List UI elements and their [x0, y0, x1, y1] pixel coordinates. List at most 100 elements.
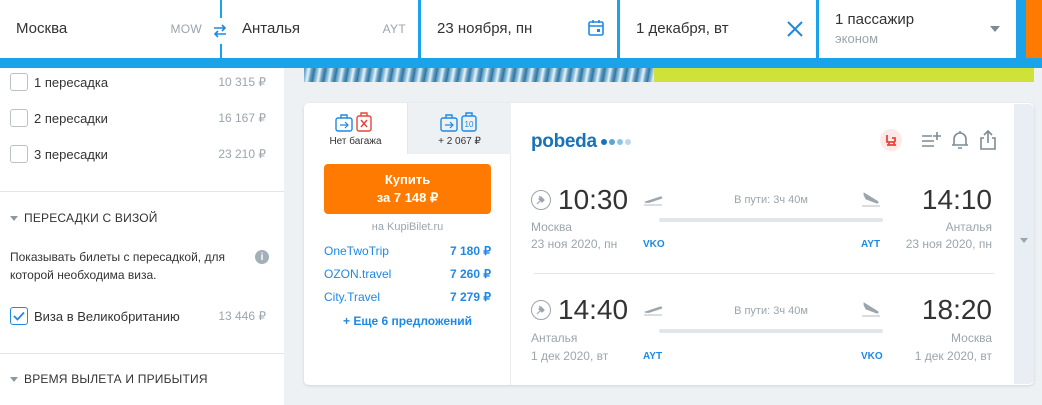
checkbox[interactable]: [10, 73, 28, 91]
destination-field[interactable]: Анталья AYT: [222, 0, 418, 58]
flight-duration: В пути: 3ч 40м: [734, 194, 808, 206]
arrival-time: 18:20: [921, 294, 992, 325]
tab-label: + 2 067 ₽: [438, 136, 481, 147]
arrival-time: 14:10: [921, 184, 992, 215]
route-line: [659, 218, 883, 222]
tab-no-baggage[interactable]: Нет багажа: [304, 103, 407, 154]
filter-stops-2[interactable]: 2 пересадки 16 167 ₽: [10, 108, 266, 128]
passengers-field[interactable]: 1 пассажир эконом: [819, 0, 1016, 58]
swap-cities-button[interactable]: [207, 18, 233, 44]
chevron-down-icon: [990, 26, 1000, 32]
more-offers-link[interactable]: + Еще 6 предложений: [304, 314, 511, 328]
ticket-card: Нет багажа 10 + 2 067 ₽ Купить за 7 148 …: [304, 103, 1034, 385]
swap-icon: [213, 24, 227, 38]
filter-price: 23 210 ₽: [218, 147, 266, 161]
baggage-10kg-icon: 10: [440, 112, 477, 132]
banner-image: [304, 68, 654, 82]
collapse-caret-icon: [10, 376, 18, 382]
no-baggage-icon: [335, 112, 372, 132]
arrival-airport-code: AYT: [861, 239, 881, 250]
baggage-tabs: Нет багажа 10 + 2 067 ₽: [304, 103, 511, 154]
logo-dot: [624, 139, 631, 145]
divider: [0, 353, 284, 354]
arrival-airport-code: VKO: [861, 351, 883, 362]
calendar-icon[interactable]: [587, 19, 605, 37]
return-date-field[interactable]: 1 декабря, вт: [620, 0, 816, 58]
info-icon[interactable]: i: [255, 250, 269, 264]
checkbox-checked[interactable]: [10, 307, 28, 325]
seat-icon[interactable]: [880, 129, 902, 156]
ad-banner[interactable]: [304, 68, 1034, 82]
departure-airport-code: VKO: [643, 239, 665, 250]
departure-city: Анталья: [531, 331, 578, 345]
banner-image: [654, 68, 1034, 82]
departure-time: 10:30: [558, 184, 629, 215]
filter-stops-3[interactable]: 3 пересадки 23 210 ₽: [10, 144, 266, 164]
pin-icon[interactable]: [531, 190, 551, 210]
flight-segment-return[interactable]: 14:40 18:20 В пути: 3ч 40м Анталья Москв…: [511, 294, 1034, 374]
offer-row[interactable]: OneTwoTrip 7 180 ₽: [324, 244, 491, 260]
departure-date: 1 дек 2020, вт: [531, 349, 609, 363]
destination-code: AYT: [382, 22, 406, 36]
divider: [0, 191, 284, 192]
filter-price: 13 446 ₽: [218, 309, 266, 323]
section-title: ПЕРЕСАДКИ С ВИЗОЙ: [24, 211, 158, 225]
filter-label: 3 пересадки: [34, 146, 108, 162]
expand-ticket-strip[interactable]: [1014, 104, 1034, 384]
offer-price: 7 260 ₽: [450, 267, 491, 281]
offer-row[interactable]: OZON.travel 7 260 ₽: [324, 267, 491, 283]
collapse-caret-icon: [10, 215, 18, 221]
search-button[interactable]: [1026, 0, 1042, 58]
pin-icon[interactable]: [531, 300, 551, 320]
share-icon[interactable]: [978, 129, 998, 156]
filter-price: 10 315 ₽: [218, 75, 266, 89]
checkbox[interactable]: [10, 145, 28, 163]
segment-divider: [534, 273, 994, 274]
add-to-list-icon[interactable]: [920, 129, 942, 156]
cabin-class: эконом: [835, 31, 879, 46]
return-date: 1 декабря, вт: [636, 20, 729, 37]
checkbox[interactable]: [10, 109, 28, 127]
filter-visa-uk[interactable]: Виза в Великобританию 13 446 ₽: [10, 306, 266, 326]
tab-with-baggage[interactable]: 10 + 2 067 ₽: [407, 103, 511, 154]
depart-date-field[interactable]: 23 ноября, пн: [421, 0, 617, 58]
filters-sidebar: 1 пересадка 10 315 ₽ 2 пересадки 16 167 …: [0, 68, 284, 405]
tab-label: Нет багажа: [329, 136, 382, 147]
origin-city: Москва: [16, 20, 68, 37]
filter-label: 2 пересадки: [34, 110, 108, 126]
flight-segment-outbound[interactable]: 10:30 14:10 В пути: 3ч 40м Москва Анталь…: [511, 182, 1034, 262]
offer-agency: City.Travel: [324, 290, 381, 304]
takeoff-plane-icon: [643, 196, 663, 206]
itinerary-panel: pobeda 10:30 14:10 В пути: 3ч 40м Москва…: [511, 103, 1034, 385]
filter-stops-1[interactable]: 1 пересадка 10 315 ₽: [10, 72, 266, 92]
origin-code: MOW: [170, 22, 202, 36]
passenger-count: 1 пассажир: [835, 11, 915, 28]
chevron-down-icon: [1020, 238, 1028, 243]
buy-label: Купить: [384, 172, 431, 187]
clear-date-icon[interactable]: [786, 20, 804, 38]
offer-row[interactable]: City.Travel 7 279 ₽: [324, 290, 491, 306]
offer-agency: OneTwoTrip: [324, 244, 389, 258]
arrival-date: 23 ноя 2020, пн: [905, 237, 992, 251]
route-line: [659, 329, 883, 333]
arrival-date: 1 дек 2020, вт: [914, 349, 992, 363]
origin-field[interactable]: Москва MOW: [0, 0, 220, 58]
filter-label: Виза в Великобританию: [34, 308, 180, 324]
filter-label: 1 пересадка: [34, 74, 109, 90]
departure-date: 23 ноя 2020, пн: [531, 237, 618, 251]
search-bar: Москва MOW Анталья AYT 23 ноября, пн 1 д…: [0, 0, 1042, 68]
buy-price: за 7 148 ₽: [376, 190, 439, 205]
checkmark-icon: [13, 311, 25, 321]
offer-agency: OZON.travel: [324, 267, 392, 281]
arrival-city: Москва: [951, 331, 992, 345]
logo-dot: [608, 139, 615, 145]
bell-icon[interactable]: [950, 129, 970, 156]
buy-button[interactable]: Купить за 7 148 ₽: [324, 164, 491, 214]
buy-source: на KupiBilet.ru: [371, 221, 444, 233]
destination-city: Анталья: [242, 20, 301, 37]
time-section-header[interactable]: ВРЕМЯ ВЫЛЕТА И ПРИБЫТИЯ: [10, 372, 208, 386]
visa-section-header[interactable]: ПЕРЕСАДКИ С ВИЗОЙ: [10, 211, 158, 225]
flight-duration: В пути: 3ч 40м: [734, 305, 808, 317]
offer-price: 7 279 ₽: [450, 290, 491, 304]
section-title: ВРЕМЯ ВЫЛЕТА И ПРИБЫТИЯ: [24, 372, 208, 386]
